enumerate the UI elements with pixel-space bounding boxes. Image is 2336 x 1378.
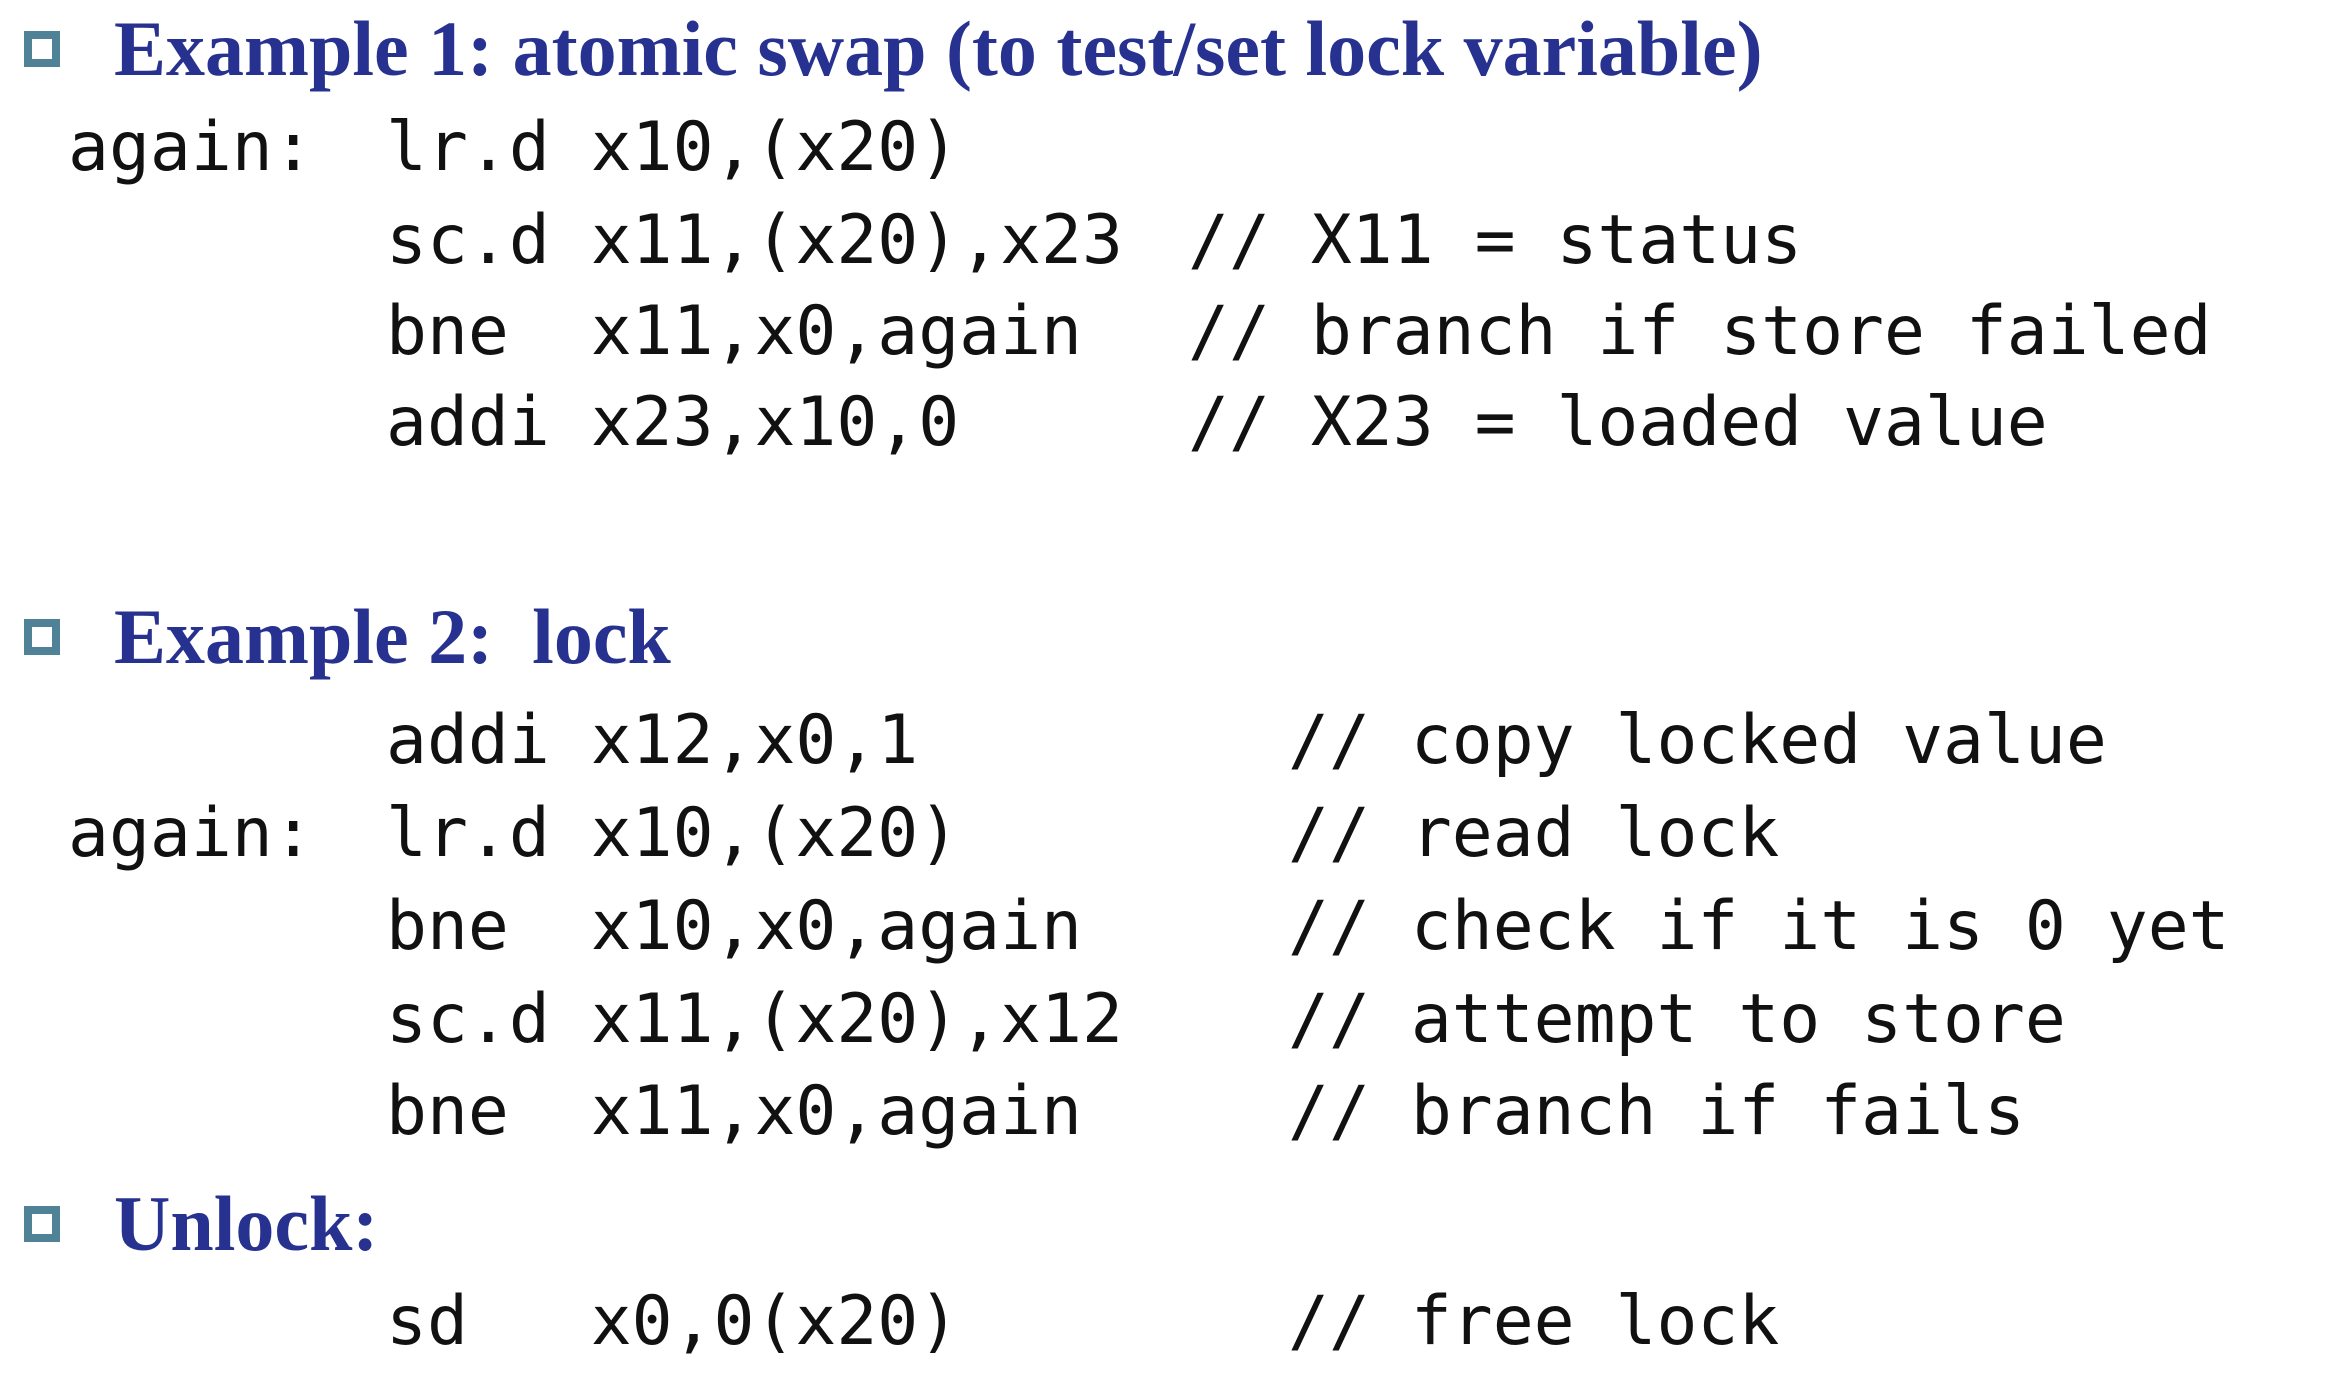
code-instruction: bne x10,x0,again bbox=[386, 887, 1082, 966]
slide: Example 1: atomic swap (to test/set lock… bbox=[0, 0, 2336, 1378]
section-heading-text: Unlock: bbox=[114, 1180, 379, 1267]
code-comment: // check if it is 0 yet bbox=[1288, 887, 2230, 966]
code-instruction: lr.d x10,(x20) bbox=[386, 108, 960, 187]
section-heading-text: Example 2: lock bbox=[114, 593, 671, 680]
code-instruction: bne x11,x0,again bbox=[386, 1072, 1082, 1151]
code-instruction: addi x23,x10,0 bbox=[386, 383, 960, 462]
section-heading-example-1: Example 1: atomic swap (to test/set lock… bbox=[24, 10, 1763, 88]
code-comment: // free lock bbox=[1288, 1282, 1780, 1361]
code-comment: // branch if fails bbox=[1288, 1072, 2025, 1151]
code-instruction: bne x11,x0,again bbox=[386, 292, 1082, 371]
code-comment: // branch if store failed bbox=[1188, 292, 2212, 371]
code-comment: // read lock bbox=[1288, 794, 1780, 873]
code-label: again: bbox=[68, 108, 314, 187]
code-instruction: sc.d x11,(x20),x12 bbox=[386, 980, 1123, 1059]
code-instruction: sc.d x11,(x20),x23 bbox=[386, 201, 1123, 280]
code-instruction: addi x12,x0,1 bbox=[386, 701, 919, 780]
hollow-square-bullet-icon bbox=[24, 619, 60, 655]
section-heading-unlock: Unlock: bbox=[24, 1185, 378, 1263]
hollow-square-bullet-icon bbox=[24, 31, 60, 67]
code-label: again: bbox=[68, 794, 314, 873]
section-heading-example-2: Example 2: lock bbox=[24, 598, 671, 676]
code-instruction: sd x0,0(x20) bbox=[386, 1282, 960, 1361]
code-comment: // X23 = loaded value bbox=[1188, 383, 2048, 462]
code-comment: // X11 = status bbox=[1188, 201, 1803, 280]
code-comment: // attempt to store bbox=[1288, 980, 2066, 1059]
code-instruction: lr.d x10,(x20) bbox=[386, 794, 960, 873]
hollow-square-bullet-icon bbox=[24, 1206, 60, 1242]
section-heading-text: Example 1: atomic swap (to test/set lock… bbox=[114, 5, 1763, 92]
code-comment: // copy locked value bbox=[1288, 701, 2107, 780]
